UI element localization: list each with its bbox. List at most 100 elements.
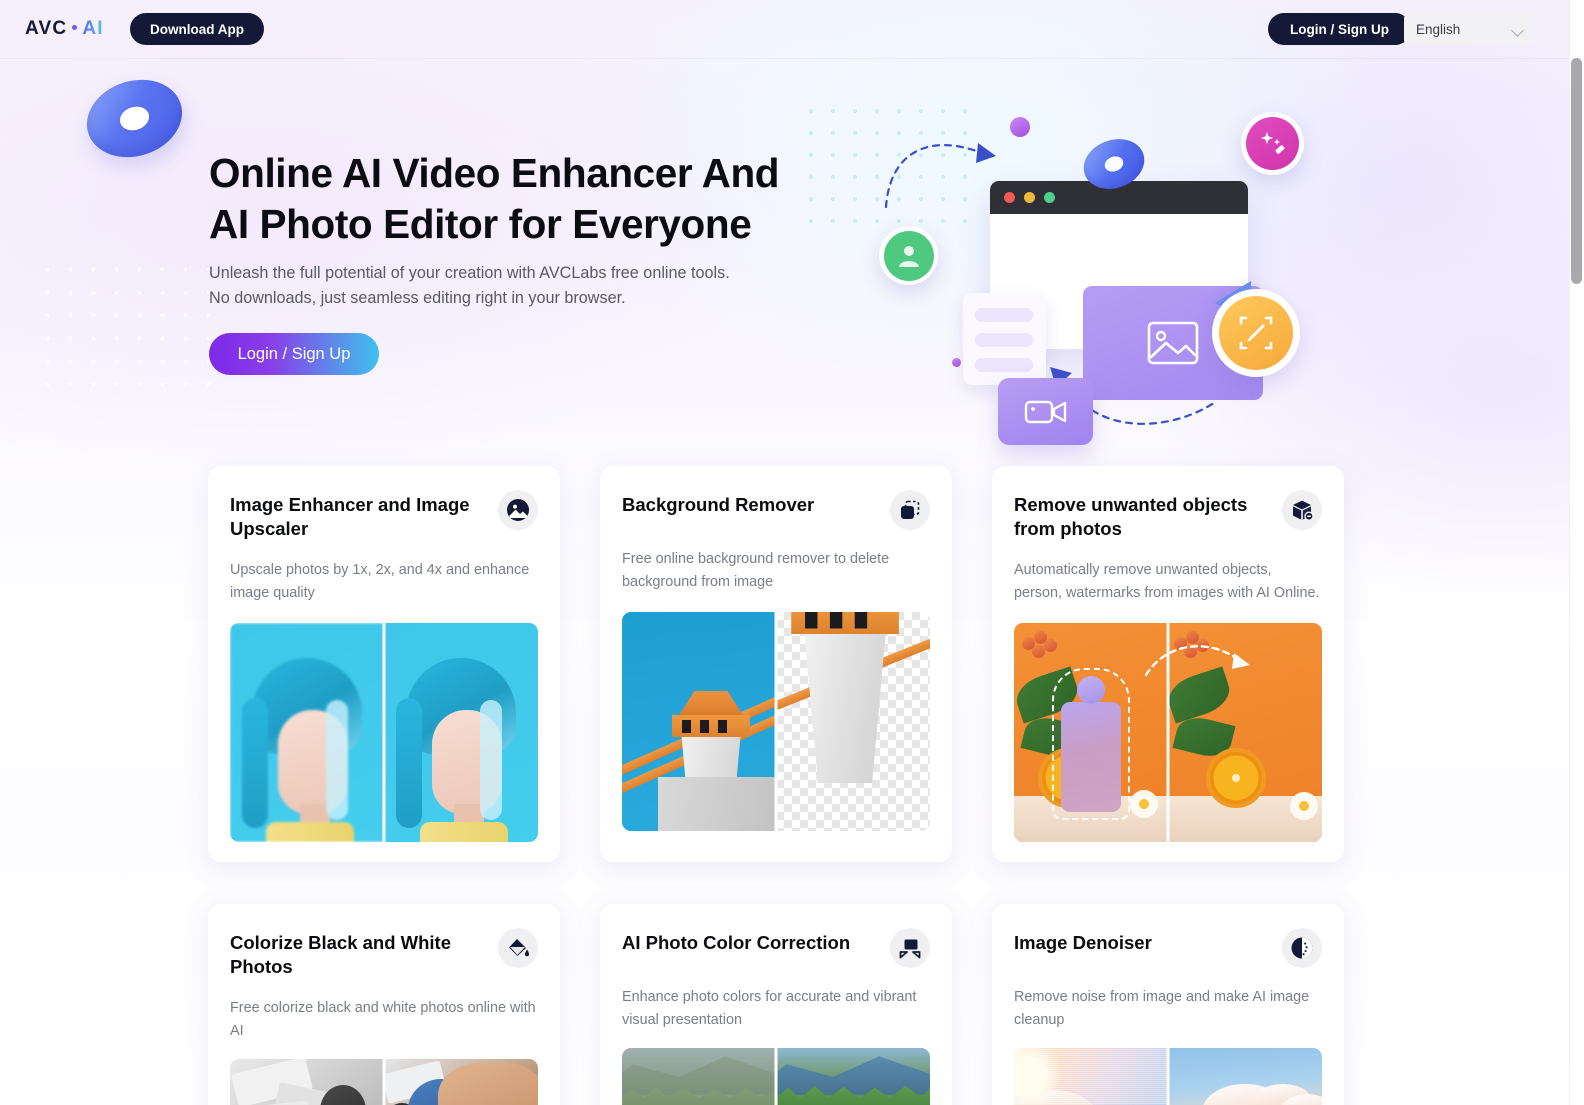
decorative-dot-grid-left — [36, 258, 218, 388]
panel-placeholder-row — [975, 308, 1033, 322]
hero-illustration — [76, 67, 1350, 445]
orange-slice — [1206, 748, 1266, 808]
hero-subtitle: Unleash the full potential of your creat… — [209, 261, 869, 311]
window-close-dot-icon — [1004, 192, 1015, 203]
hero-login-signup-button[interactable]: Login / Sign Up — [209, 333, 379, 375]
thumbnail-after-half — [384, 623, 538, 842]
decorative-sphere-purple-large — [1010, 117, 1030, 137]
chevron-down-icon — [1512, 24, 1523, 35]
card-thumbnail-portrait-before-after — [230, 623, 538, 842]
video-camera-icon — [1024, 400, 1066, 423]
before-after-split-line — [382, 1059, 386, 1105]
card-thumbnail-perfume-object-removal — [1014, 623, 1322, 842]
download-app-button[interactable]: Download App — [130, 13, 264, 45]
tool-cards-grid: Image Enhancer and Image Upscaler Upscal… — [208, 466, 1354, 1105]
card-title: Image Denoiser — [1014, 932, 1152, 953]
thumbnail-after-half — [776, 612, 930, 831]
logo-dot-icon — [72, 25, 78, 30]
hero-title-line2: AI Photo Editor for Everyone — [209, 201, 752, 247]
panel-placeholder-row — [975, 333, 1033, 347]
sparkle-badge — [1241, 112, 1304, 175]
tool-card-image-denoiser[interactable]: Image Denoiser Remove noise from image a… — [992, 904, 1344, 1105]
paint-bucket-icon — [498, 928, 538, 968]
crop-edit-icon — [1239, 316, 1273, 350]
header-divider — [0, 58, 1569, 59]
brand-logo[interactable]: AVC AI — [25, 18, 104, 40]
tool-card-image-enhancer[interactable]: Image Enhancer and Image Upscaler Upscal… — [208, 466, 560, 862]
vertical-scrollbar-track[interactable] — [1569, 0, 1584, 1105]
before-after-split-line — [382, 623, 386, 842]
card-description: Remove noise from image and make AI imag… — [1014, 989, 1310, 1028]
before-after-split-line — [1166, 1048, 1170, 1105]
thumbnail-before-half — [622, 1048, 776, 1105]
card-thumbnail-architecture-transparency — [622, 612, 930, 831]
card-description: Free online background remover to delete… — [622, 551, 890, 590]
card-title: AI Photo Color Correction — [622, 932, 851, 953]
tool-card-background-remover[interactable]: Background Remover Free online backgroun… — [600, 466, 952, 862]
avatar-badge — [879, 226, 938, 285]
vertical-scrollbar-thumb[interactable] — [1571, 58, 1582, 284]
language-selector[interactable]: English — [1404, 13, 1535, 45]
flower — [1290, 792, 1318, 820]
hand — [438, 1063, 538, 1105]
card-title: Background Remover — [622, 494, 815, 515]
illustration-video-panel — [998, 378, 1093, 445]
decorative-sphere-purple-small — [952, 358, 961, 367]
illustration-side-panel — [963, 293, 1046, 385]
flower — [1130, 790, 1158, 818]
card-header: Image Enhancer and Image Upscaler — [230, 490, 538, 541]
tool-card-color-correction[interactable]: AI Photo Color Correction Enhance photo … — [600, 904, 952, 1105]
card-description: Automatically remove unwanted objects, p… — [1014, 562, 1320, 601]
image-photo-icon — [498, 490, 538, 530]
color-correction-icon — [890, 928, 930, 968]
background-remove-icon — [890, 490, 930, 530]
page-root: AVC AI Download App Login / Sign Up Engl… — [0, 0, 1584, 1105]
card-description: Enhance photo colors for accurate and vi… — [622, 989, 917, 1028]
card-thumbnail-colorize-before-after — [230, 1059, 538, 1105]
card-header: Colorize Black and White Photos — [230, 928, 538, 979]
image-icon — [1147, 321, 1199, 365]
denoise-contrast-icon — [1282, 928, 1322, 968]
dashed-arrow-curve-top — [884, 143, 996, 209]
before-after-split-line — [774, 1048, 778, 1105]
user-avatar-icon — [898, 245, 919, 267]
logo-text-ai: AI — [82, 18, 104, 39]
magic-wand-sparkle-icon — [1260, 131, 1284, 154]
hero-title: Online AI Video Enhancer And AI Photo Ed… — [209, 148, 909, 250]
tool-card-object-remover[interactable]: Remove unwanted objects from photos Auto… — [992, 466, 1344, 862]
leaf — [1168, 666, 1235, 724]
before-after-split-line — [774, 612, 778, 831]
logo-text-avc: AVC — [25, 18, 68, 39]
thumbnail-after-half — [1168, 623, 1322, 842]
card-title: Remove unwanted objects from photos — [1014, 494, 1248, 539]
card-description: Upscale photos by 1x, 2x, and 4x and enh… — [230, 562, 530, 601]
site-header: AVC AI Download App Login / Sign Up Engl… — [0, 0, 1569, 58]
before-after-split-line — [1166, 623, 1170, 842]
hero-subtitle-line1: Unleash the full potential of your creat… — [209, 264, 730, 282]
torus-3d-icon-large — [76, 67, 193, 170]
thumbnail-before-half — [230, 1059, 384, 1105]
tool-card-colorize[interactable]: Colorize Black and White Photos Free col… — [208, 904, 560, 1105]
object-remove-box-icon — [1282, 490, 1322, 530]
selection-outline — [1052, 668, 1130, 820]
card-description: Free colorize black and white photos onl… — [230, 1000, 536, 1039]
panel-placeholder-row — [975, 358, 1033, 372]
thumbnail-before-half — [622, 612, 776, 831]
thumbnail-after-half — [384, 1059, 538, 1105]
card-thumbnail-sky-denoise-before-after — [1014, 1048, 1322, 1105]
language-selector-value: English — [1416, 21, 1461, 37]
hero-title-line1: Online AI Video Enhancer And — [209, 150, 780, 196]
thumbnail-after-half — [1168, 1048, 1322, 1105]
card-title: Image Enhancer and Image Upscaler — [230, 494, 470, 539]
cloud — [1014, 1090, 1098, 1105]
portrait-figure — [242, 658, 366, 842]
portrait-figure — [396, 658, 520, 842]
sun-glow — [1014, 1048, 1062, 1105]
tower-structure — [791, 612, 930, 831]
card-header: Remove unwanted objects from photos — [1014, 490, 1322, 541]
header-login-signup-button[interactable]: Login / Sign Up — [1268, 13, 1411, 45]
thumbnail-before-half — [1014, 1048, 1168, 1105]
card-header: AI Photo Color Correction — [622, 928, 930, 968]
window-maximize-dot-icon — [1044, 192, 1055, 203]
window-minimize-dot-icon — [1024, 192, 1035, 203]
